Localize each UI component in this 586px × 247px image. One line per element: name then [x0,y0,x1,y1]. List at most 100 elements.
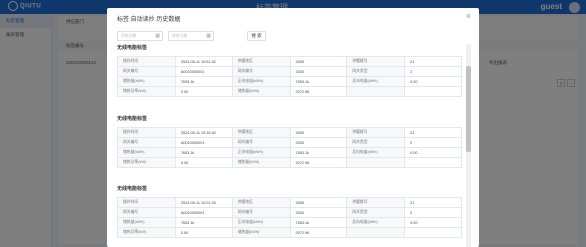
field-label [346,86,406,97]
table-row: 操作时间 2024-05-11 10:01:33 供暖地区 2605 供暖楼号 21 [117,197,462,208]
field-label: 储热功率(kW) [117,227,176,238]
start-date-input[interactable]: 开始日期 ▦ [117,31,163,41]
field-label: 网关类型 [346,66,406,77]
end-date-input[interactable]: 结束日期 ▦ [168,31,214,41]
field-value: 2 [404,207,462,218]
table-row: 操作时间 2024-05-11 10:51:32 供暖地区 2605 供暖楼号 21 [117,56,462,67]
field-label: 网关编号 [231,66,291,77]
table-row: 网关编号 A0010000001 网关编号 3330 网关类型 2 [117,207,462,218]
table-row: 网关编号 A0010000001 网关编号 3330 网关类型 2 [117,66,462,77]
field-value: 21 [404,56,462,67]
field-label: 网关类型 [346,207,406,218]
field-label [346,227,406,238]
field-label: 储热量(kWh) [231,86,291,97]
record-title: 无线电能标签 [117,45,148,51]
table-row: 储热量(kWh) 7693.1k 正向电量(kWh) 7653.1k 反向电量(kWh)… [117,76,462,87]
start-date-placeholder: 开始日期 [121,34,137,38]
field-value [404,227,462,238]
field-value: 0.00 [174,86,233,97]
field-value: 7653.1k [174,147,233,158]
field-value: 2072.96 [289,227,348,238]
field-value: 0.00 [174,157,233,168]
table-row: 储热功率(kW) 0.00 储热量(kWh) 2072.96 [117,157,462,168]
field-value: 2605 [289,56,348,67]
record-block: 无线电能标签操作时间 2024-05-11 10:51:32 供暖地区 2605 供暖楼… [117,44,462,97]
field-label: 供暖楼号 [346,197,406,208]
field-value: A0010000001 [174,66,233,77]
field-value: 7653.1k [289,217,348,228]
search-button[interactable]: 搜 索 [247,31,266,41]
end-date-placeholder: 结束日期 [172,34,188,38]
field-value: 7653.1k [289,147,348,158]
table-row: 储热量(kWh) 7653.1k 正向电量(kWh) 7653.1k 反向电量(kWh)… [117,217,462,228]
field-label: 正向电量(kWh) [231,217,291,228]
field-value [404,86,462,97]
field-label: 供暖楼号 [346,127,406,138]
field-value: 2605 [289,197,348,208]
field-value: 0.00 [404,217,462,228]
record-table: 操作时间 2024-05-11 10:01:33 供暖地区 2605 供暖楼号 21 网关编… [117,197,462,238]
table-row: 操作时间 2024-05-11 10:16:32 供暖地区 2605 供暖楼号 21 [117,127,462,138]
field-label: 反向电量(kWh) [346,147,406,158]
history-modal: 标签 自动读抄 历史数据 × 开始日期 ▦ 结束日期 ▦ 搜 索 无线电能标签操… [107,8,479,247]
field-value: 0.00 [404,76,462,87]
records-scroll-area[interactable]: 无线电能标签 操作时间 2024-05-11 10:51:32 供暖地区 2605 供暖楼… [107,44,479,247]
field-label: 操作时间 [117,56,176,67]
field-value [404,157,462,168]
field-label: 供暖地区 [231,56,291,67]
field-label: 储热功率(kW) [117,86,176,97]
field-value: 2024-05-11 10:51:32 [174,56,233,67]
table-row: 储热量(kWh) 7653.1k 正向电量(kWh) 7653.1k 反向电量(kWh)… [117,147,462,158]
field-label: 供暖地区 [231,197,291,208]
field-label: 网关编号 [117,207,176,218]
scrollbar-thumb[interactable] [466,66,471,152]
field-value: A0010000001 [174,137,233,148]
field-value: 7693.1k [174,76,233,87]
table-row: 网关编号 A0010000001 网关编号 3330 网关类型 2 [117,137,462,148]
record-table: 操作时间 2024-05-11 10:51:32 供暖地区 2605 供暖楼号 21 网关编… [117,56,462,97]
table-row: 储热功率(kW) 0.00 储热量(kWh) 2072.96 [117,86,462,97]
record-block: 无线电能标签操作时间 2024-05-11 10:01:33 供暖地区 2605 供暖楼… [117,185,462,238]
field-label: 储热量(kWh) [231,227,291,238]
field-label: 网关编号 [117,66,176,77]
field-label: 反向电量(kWh) [346,76,406,87]
field-value: 2072.96 [289,86,348,97]
record-table: 操作时间 2024-05-11 10:16:32 供暖地区 2605 供暖楼号 21 网关编… [117,127,462,168]
field-value: 2024-05-11 10:01:33 [174,197,233,208]
field-value: 2605 [289,127,348,138]
record-block: 无线电能标签操作时间 2024-05-11 10:16:32 供暖地区 2605 供暖楼… [117,115,462,168]
field-value: 0.00 [174,227,233,238]
scrollbar[interactable] [466,44,471,247]
field-value: 3330 [289,137,348,148]
field-label: 储热量(kWh) [117,217,176,228]
field-label: 网关编号 [231,137,291,148]
field-label: 供暖楼号 [346,56,406,67]
field-value: 3330 [289,207,348,218]
field-label: 储热量(kWh) [117,76,176,87]
field-value: 2 [404,66,462,77]
record-title: 无线电能标签 [117,116,148,122]
field-label: 操作时间 [117,197,176,208]
field-value: 7653.1k [174,217,233,228]
field-value: 7653.1k [289,76,348,87]
table-row: 储热功率(kW) 0.00 储热量(kWh) 2072.96 [117,227,462,238]
field-label: 储热量(kWh) [231,157,291,168]
field-value: 2072.96 [289,157,348,168]
field-label: 储热功率(kW) [117,157,176,168]
field-label: 网关编号 [117,137,176,148]
field-label: 供暖地区 [231,127,291,138]
field-value: 0.00 [404,147,462,158]
field-value: 2 [404,137,462,148]
modal-title: 标签 自动读抄 历史数据 [117,17,181,23]
field-label: 网关编号 [231,207,291,218]
field-label: 正向电量(kWh) [231,76,291,87]
field-label: 网关类型 [346,137,406,148]
close-icon[interactable]: × [466,12,471,21]
field-label: 操作时间 [117,127,176,138]
field-label: 正向电量(kWh) [231,147,291,158]
field-value: 21 [404,197,462,208]
field-label [346,157,406,168]
calendar-icon: ▦ [206,33,211,39]
calendar-icon: ▦ [155,33,160,39]
record-title: 无线电能标签 [117,186,148,192]
